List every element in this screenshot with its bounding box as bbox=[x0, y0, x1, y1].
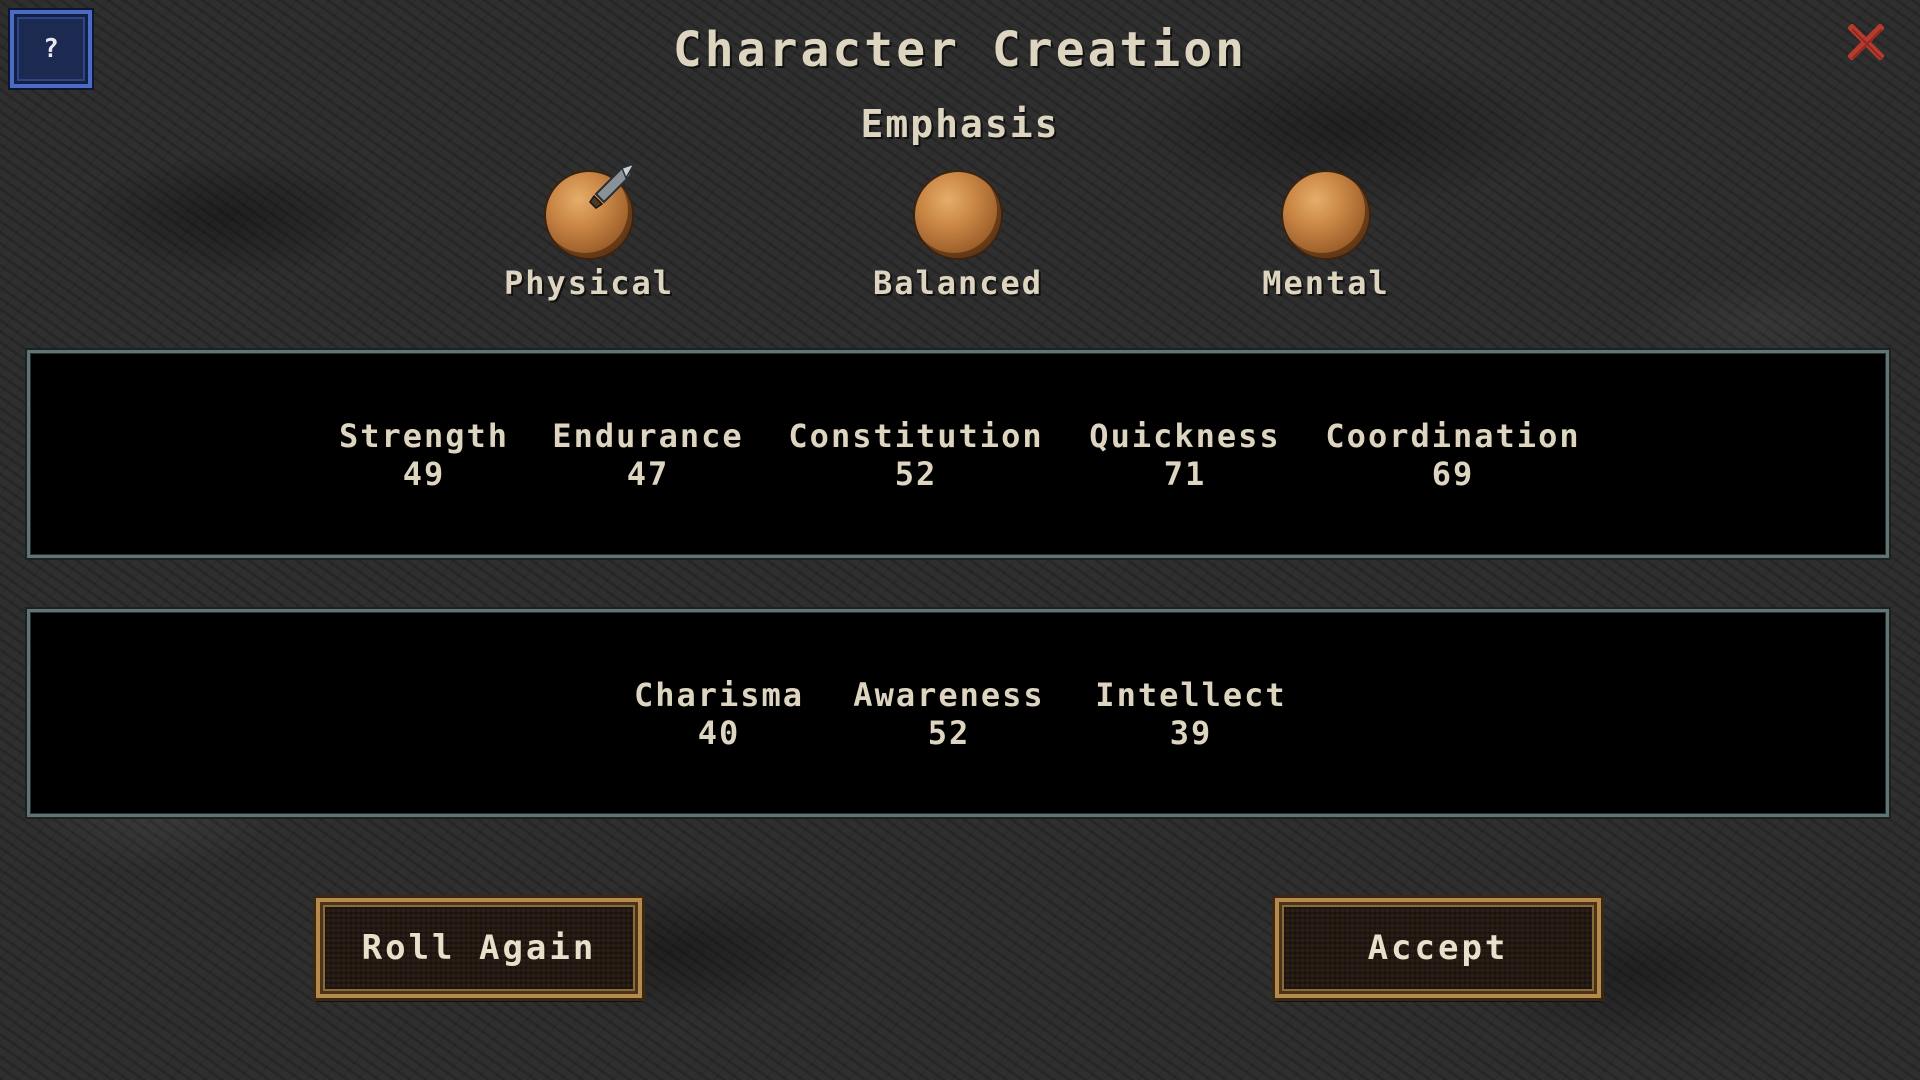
stat-constitution: Constitution 52 bbox=[788, 417, 1043, 493]
physical-stats-panel: Strength 49 Endurance 47 Constitution 52… bbox=[27, 350, 1889, 558]
emphasis-heading: Emphasis bbox=[860, 102, 1060, 146]
stat-strength: Strength 49 bbox=[339, 417, 509, 493]
stat-awareness: Awareness 52 bbox=[853, 676, 1044, 752]
stat-name: Coordination bbox=[1325, 417, 1581, 455]
stat-value: 52 bbox=[894, 455, 938, 493]
emphasis-option-balanced[interactable]: Balanced bbox=[838, 172, 1078, 312]
accept-button[interactable]: Accept bbox=[1272, 895, 1604, 1001]
stat-quickness: Quickness 71 bbox=[1089, 417, 1280, 493]
selected-pointer-icon bbox=[589, 162, 636, 209]
stat-name: Quickness bbox=[1089, 417, 1281, 455]
stat-endurance: Endurance 47 bbox=[552, 417, 743, 493]
stat-value: 71 bbox=[1163, 455, 1207, 493]
page-title: Character Creation bbox=[672, 22, 1248, 78]
stat-intellect: Intellect 39 bbox=[1095, 676, 1286, 752]
roll-again-button[interactable]: Roll Again bbox=[313, 895, 645, 1001]
stat-name: Intellect bbox=[1095, 676, 1287, 714]
emphasis-label-physical: Physical bbox=[503, 264, 675, 302]
stat-value: 49 bbox=[402, 455, 446, 493]
stat-name: Awareness bbox=[853, 676, 1045, 714]
stat-name: Charisma bbox=[633, 676, 805, 714]
orb-icon bbox=[1283, 172, 1369, 258]
mental-stats-panel: Charisma 40 Awareness 52 Intellect 39 bbox=[27, 609, 1889, 817]
emphasis-option-physical[interactable]: Physical bbox=[469, 162, 709, 312]
stat-value: 40 bbox=[697, 714, 741, 752]
stat-charisma: Charisma 40 bbox=[634, 676, 804, 752]
stat-value: 39 bbox=[1169, 714, 1213, 752]
emphasis-option-mental[interactable]: Mental bbox=[1206, 172, 1446, 312]
stat-name: Endurance bbox=[552, 417, 744, 455]
emphasis-label-balanced: Balanced bbox=[872, 264, 1044, 302]
stat-value: 52 bbox=[927, 714, 971, 752]
stat-value: 47 bbox=[626, 455, 670, 493]
orb-icon bbox=[915, 172, 1001, 258]
stat-coordination: Coordination 69 bbox=[1325, 417, 1580, 493]
stat-name: Constitution bbox=[788, 417, 1044, 455]
stat-name: Strength bbox=[338, 417, 510, 455]
stat-value: 69 bbox=[1431, 455, 1475, 493]
emphasis-label-mental: Mental bbox=[1262, 264, 1390, 302]
orb-icon bbox=[546, 162, 636, 258]
